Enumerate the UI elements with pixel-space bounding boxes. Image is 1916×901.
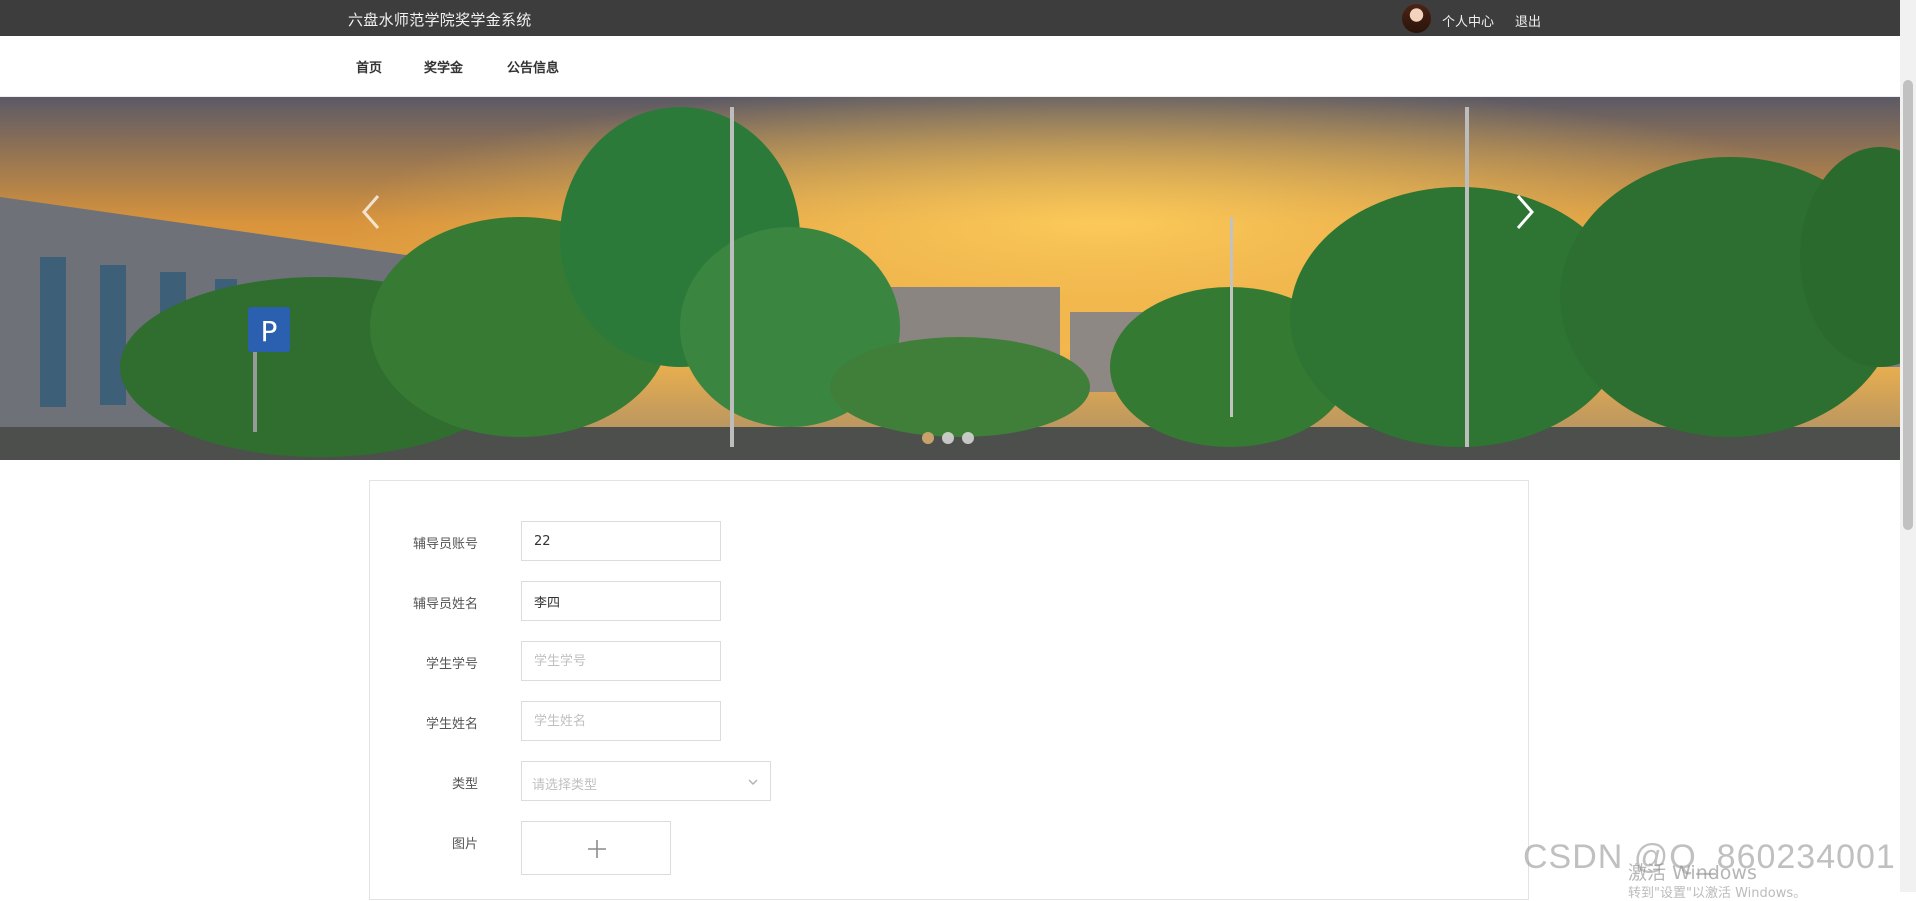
chevron-left-icon xyxy=(362,195,380,229)
svg-text:P: P xyxy=(261,315,278,348)
logout-link[interactable]: 退出 xyxy=(1515,11,1541,30)
image-label: 图片 xyxy=(451,837,478,852)
student-name-input[interactable] xyxy=(521,701,721,741)
carousel-next-button[interactable] xyxy=(1508,190,1542,234)
user-avatar[interactable] xyxy=(1402,4,1431,33)
counselor-name-label: 辅导员姓名 xyxy=(412,597,478,612)
main-nav: 首页 奖学金 公告信息 xyxy=(0,36,1900,97)
carousel-dot[interactable] xyxy=(922,432,934,444)
type-label: 类型 xyxy=(451,777,478,792)
banner-carousel: P xyxy=(0,97,1900,460)
student-id-input[interactable] xyxy=(521,641,721,681)
application-form: 辅导员账号 辅导员姓名 学生学号 学生姓名 类型 请选择类型 图片 xyxy=(369,480,1529,900)
counselor-name-input[interactable] xyxy=(521,581,721,621)
nav-item-notice[interactable]: 公告信息 xyxy=(507,57,559,76)
page-scrollbar[interactable] xyxy=(1900,0,1916,892)
scrollbar-thumb[interactable] xyxy=(1903,80,1913,530)
student-id-label: 学生学号 xyxy=(425,657,478,672)
campus-photo: P xyxy=(0,97,1900,460)
nav-item-home[interactable]: 首页 xyxy=(356,57,382,76)
counselor-account-input[interactable] xyxy=(521,521,721,561)
chevron-down-icon xyxy=(748,779,758,785)
form-row-type: 类型 请选择类型 xyxy=(370,761,1528,801)
form-row-image: 图片 xyxy=(370,821,1528,875)
type-select[interactable]: 请选择类型 xyxy=(521,761,771,801)
nav-item-scholarship[interactable]: 奖学金 xyxy=(424,57,463,76)
csdn-watermark: CSDN @Q_860234001 xyxy=(1523,838,1896,876)
top-bar: 六盘水师范学院奖学金系统 个人中心 退出 xyxy=(0,0,1900,36)
chevron-right-icon xyxy=(1516,195,1534,229)
form-row-counselor-name: 辅导员姓名 xyxy=(370,581,1528,621)
form-row-counselor-account: 辅导员账号 xyxy=(370,521,1528,561)
profile-link[interactable]: 个人中心 xyxy=(1442,11,1494,30)
carousel-prev-button[interactable] xyxy=(354,190,388,234)
plus-icon xyxy=(588,840,606,858)
site-title: 六盘水师范学院奖学金系统 xyxy=(348,11,532,29)
image-upload-button[interactable] xyxy=(521,821,671,875)
student-name-label: 学生姓名 xyxy=(425,717,478,732)
form-row-student-id: 学生学号 xyxy=(370,641,1528,681)
carousel-indicators xyxy=(922,432,974,444)
form-row-student-name: 学生姓名 xyxy=(370,701,1528,741)
counselor-account-label: 辅导员账号 xyxy=(412,537,478,552)
type-select-placeholder: 请选择类型 xyxy=(532,778,598,793)
carousel-dot[interactable] xyxy=(962,432,974,444)
carousel-dot[interactable] xyxy=(942,432,954,444)
